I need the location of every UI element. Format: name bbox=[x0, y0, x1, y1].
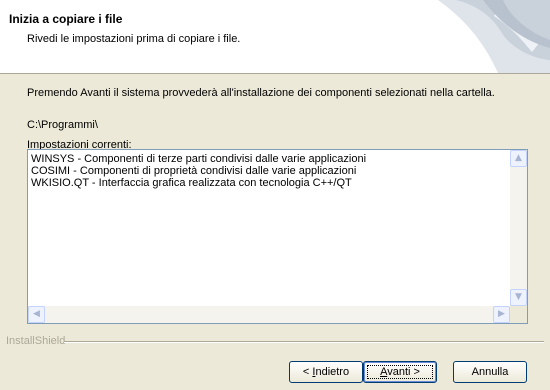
list-item: COSIMI - Componenti di proprietà condivi… bbox=[31, 165, 357, 177]
back-rest: ndietro bbox=[315, 366, 350, 378]
scroll-right-icon[interactable]: ▶ bbox=[493, 306, 510, 323]
installshield-label: InstallShield bbox=[6, 335, 66, 347]
installshield-logo-graphic bbox=[438, 0, 550, 73]
list-item: WKISIO.QT - Interfaccia grafica realizza… bbox=[31, 177, 352, 189]
next-button[interactable]: Avanti > bbox=[363, 361, 437, 383]
footer-separator bbox=[64, 341, 544, 343]
intro-text: Premendo Avanti il sistema provvederà al… bbox=[27, 87, 495, 99]
scrollbar-corner bbox=[510, 306, 527, 323]
vertical-scrollbar[interactable]: ▲ ▼ bbox=[510, 150, 527, 306]
focus-rectangle bbox=[367, 365, 433, 379]
header-title: Inizia a copiare i file bbox=[9, 12, 123, 26]
cancel-button[interactable]: Annulla bbox=[453, 361, 527, 383]
wizard-header: Inizia a copiare i file Rivedi le impost… bbox=[0, 0, 550, 74]
back-button[interactable]: < Indietro bbox=[289, 361, 363, 383]
horizontal-scrollbar[interactable]: ◀ ▶ bbox=[28, 306, 510, 323]
scroll-left-icon[interactable]: ◀ bbox=[28, 306, 45, 323]
install-path: C:\Programmi\ bbox=[27, 119, 98, 131]
listbox-content: WINSYS - Componenti di terze parti condi… bbox=[31, 153, 506, 303]
header-subtitle: Rivedi le impostazioni prima di copiare … bbox=[27, 33, 241, 45]
scroll-up-icon[interactable]: ▲ bbox=[510, 150, 527, 167]
scroll-down-icon[interactable]: ▼ bbox=[510, 289, 527, 306]
back-prefix: < bbox=[302, 366, 313, 378]
list-item: WINSYS - Componenti di terze parti condi… bbox=[31, 153, 367, 165]
current-settings-listbox[interactable]: WINSYS - Componenti di terze parti condi… bbox=[27, 149, 528, 324]
